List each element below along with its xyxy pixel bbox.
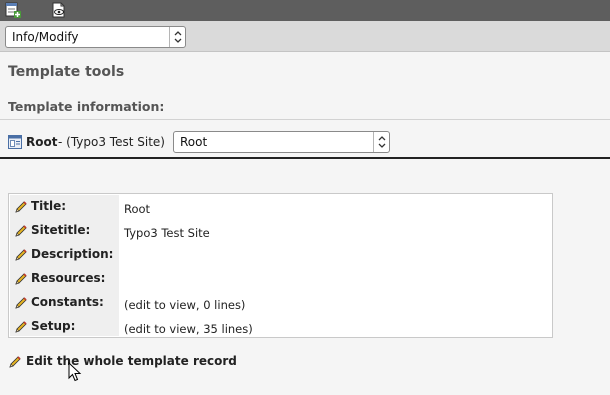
root-page-name: Root bbox=[26, 135, 58, 149]
row-value: (edit to view, 35 lines) bbox=[124, 322, 253, 336]
table-row-setup[interactable]: Setup: (edit to view, 35 lines) bbox=[9, 315, 552, 339]
new-template-record-icon[interactable] bbox=[5, 2, 21, 18]
table-row-sitetitle[interactable]: Sitetitle: Typo3 Test Site bbox=[9, 219, 552, 243]
pencil-icon[interactable] bbox=[8, 355, 22, 372]
table-row-description[interactable]: Description: bbox=[9, 243, 552, 267]
divider bbox=[0, 119, 610, 120]
row-label: Constants: bbox=[31, 295, 104, 309]
pencil-icon[interactable] bbox=[14, 296, 28, 313]
row-value: Typo3 Test Site bbox=[124, 226, 210, 240]
section-divider bbox=[0, 157, 610, 159]
view-page-icon[interactable] bbox=[51, 2, 67, 18]
row-label: Title: bbox=[31, 199, 67, 213]
module-menu-select[interactable]: Info/Modify bbox=[5, 26, 186, 48]
table-row-resources[interactable]: Resources: bbox=[9, 267, 552, 291]
row-label: Sitetitle: bbox=[31, 223, 91, 237]
row-value: (edit to view, 0 lines) bbox=[124, 298, 246, 312]
row-label: Description: bbox=[31, 247, 114, 261]
select-arrows-icon bbox=[373, 132, 389, 152]
mouse-cursor-icon bbox=[68, 361, 82, 385]
root-site-label: - (Typo3 Test Site) bbox=[58, 135, 165, 149]
edit-whole-template-label[interactable]: Edit the whole template record bbox=[26, 354, 237, 368]
template-select-value: Root bbox=[180, 135, 208, 149]
pencil-icon[interactable] bbox=[14, 224, 28, 241]
module-selector-bar: Info/Modify bbox=[0, 21, 610, 52]
module-menu-select-value: Info/Modify bbox=[12, 30, 79, 44]
row-label: Resources: bbox=[31, 271, 106, 285]
section-subtitle: Template information: bbox=[8, 99, 165, 114]
row-label: Setup: bbox=[31, 319, 76, 333]
pencil-icon[interactable] bbox=[14, 248, 28, 265]
table-row-constants[interactable]: Constants: (edit to view, 0 lines) bbox=[9, 291, 552, 315]
pencil-icon[interactable] bbox=[14, 200, 28, 217]
pencil-icon[interactable] bbox=[14, 272, 28, 289]
pencil-icon[interactable] bbox=[14, 320, 28, 337]
template-info-table: Title: Root Sitetitle: Typo3 Test Site D… bbox=[8, 193, 553, 338]
template-select[interactable]: Root bbox=[173, 131, 390, 153]
row-value: Root bbox=[124, 202, 151, 216]
top-toolbar bbox=[0, 0, 610, 21]
page-icon bbox=[8, 135, 22, 152]
page-title: Template tools bbox=[8, 64, 125, 80]
table-row-title[interactable]: Title: Root bbox=[9, 195, 552, 219]
select-arrows-icon bbox=[169, 27, 185, 47]
